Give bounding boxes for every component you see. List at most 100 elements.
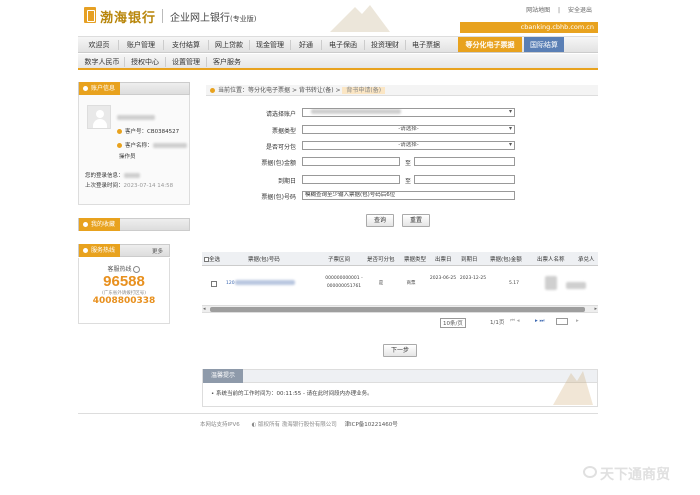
bill-no-input[interactable]: 模糊查询至少输入票据(包)号码后6位 xyxy=(302,191,515,200)
breadcrumb-prefix: 当前位置： xyxy=(218,87,249,94)
due-date-end-input[interactable] xyxy=(414,175,515,184)
customer-name-label: 客户名称： xyxy=(125,143,153,149)
row-bill-no-prefix: 120 xyxy=(226,281,235,286)
col-range: 子票区间 xyxy=(328,257,351,263)
bank-logo-icon xyxy=(84,7,96,23)
nav-cash[interactable]: 现金管理 xyxy=(250,37,290,52)
col-acceptor: 承兑人 xyxy=(578,257,595,263)
col-splittable: 是否可分包 xyxy=(367,257,395,263)
splittable-select[interactable]: -请选择- xyxy=(302,141,515,150)
nav-guarantee[interactable]: 电子保函 xyxy=(322,37,364,52)
nav-intl[interactable]: 国际结算 xyxy=(524,37,564,52)
last-login-value: 2023-07-14 14:58 xyxy=(123,183,174,189)
weibo-watermark-icon xyxy=(583,466,597,478)
due-date-range-sep: 至 xyxy=(405,178,412,185)
row-drawer-redacted xyxy=(545,276,557,290)
nav-service[interactable]: 客户服务 xyxy=(207,54,247,68)
amount-range-sep: 至 xyxy=(405,160,412,167)
nav-haotong[interactable]: 好通 xyxy=(291,37,321,52)
footer-shield-icon: ◐ xyxy=(251,422,257,428)
col-due-date: 到期日 xyxy=(461,257,478,263)
more-link[interactable]: 更多 xyxy=(152,247,163,255)
account-panel-header: 账户信息 xyxy=(78,82,190,95)
hotline-number: 96588 xyxy=(103,273,145,290)
account-select-label: 请选择账户 xyxy=(265,111,296,118)
nav-loan[interactable]: 网上贷款 xyxy=(209,37,249,52)
row-bill-no[interactable]: 120 xyxy=(226,280,295,287)
breadcrumb-item-2[interactable]: 背书转让(备) xyxy=(299,87,334,94)
query-button[interactable]: 查询 xyxy=(366,214,394,227)
nav-ebill[interactable]: 电子票据 xyxy=(406,37,446,52)
bill-no-label: 票据(包)号码 xyxy=(261,194,296,201)
page-jump-input[interactable] xyxy=(556,318,568,327)
nav-ecny[interactable]: 数字人民币 xyxy=(80,54,124,68)
bill-type-label: 票据类型 xyxy=(271,128,296,135)
site-map-link[interactable]: 网站地图 xyxy=(526,7,550,14)
top-links: 网站地图 | 安全退出 xyxy=(526,7,592,14)
page-size-select[interactable]: 10条/页 xyxy=(440,318,466,328)
row-range-end: 000000051761 xyxy=(326,284,362,289)
col-type: 票据类型 xyxy=(404,257,427,263)
row-checkbox[interactable] xyxy=(211,281,217,287)
notice-body: • 系统当前的工作时间为：00:11:55 - 请在此时间段内办理业务。 xyxy=(202,371,598,407)
reset-button[interactable]: 重置 xyxy=(402,214,430,227)
footer-ipv6: 本网站支持IPV6 xyxy=(200,422,240,428)
scroll-right-icon[interactable]: ▸ xyxy=(594,306,597,312)
due-date-label: 到期日 xyxy=(277,178,296,185)
nav-welcome[interactable]: 欢迎页 xyxy=(80,37,118,52)
page-nav-prev-icons[interactable]: ⏮ ◂ xyxy=(510,318,519,325)
footer-divider xyxy=(78,413,598,414)
row-amount: 5.17 xyxy=(508,281,520,286)
bank-name: 渤海银行 xyxy=(100,11,157,26)
system-title: 企业网上银行(专业版) xyxy=(170,9,256,24)
select-all-checkbox[interactable]: 全选 xyxy=(204,255,220,263)
breadcrumb: 当前位置：等分化电子票据 > 背书转让(备) > 背书申请(备) xyxy=(206,85,598,96)
favorites-panel-header[interactable]: 我的收藏 xyxy=(78,218,190,231)
nav-settings[interactable]: 设置管理 xyxy=(166,54,206,68)
scroll-thumb[interactable] xyxy=(210,307,585,312)
sub-nav: 数字人民币 授权中心 设置管理 客户服务 xyxy=(78,54,598,70)
watermark-text: 天下通商贸 xyxy=(600,467,670,483)
next-step-button[interactable]: 下一步 xyxy=(383,344,417,357)
amount-min-input[interactable] xyxy=(302,157,400,166)
col-bill-no: 票据(包)号码 xyxy=(248,257,280,263)
nav-split-ebill[interactable]: 等分化电子票据 xyxy=(458,37,522,52)
page-nav-next-icons[interactable]: ▸ ⏭ xyxy=(535,318,544,325)
avatar-icon xyxy=(87,105,111,129)
breadcrumb-item-1[interactable]: 等分化电子票据 xyxy=(248,87,290,94)
col-drawer: 出票人名称 xyxy=(537,257,565,263)
account-select[interactable] xyxy=(302,108,515,117)
table-scrollbar[interactable]: ◂ ▸ xyxy=(202,305,598,313)
page-go-icon[interactable]: ▸ xyxy=(576,318,579,324)
nav-auth[interactable]: 授权中心 xyxy=(125,54,165,68)
footer-copyright: 版权所有 渤海银行股份有限公司 xyxy=(258,422,337,428)
due-date-start-input[interactable] xyxy=(302,175,400,184)
bill-type-value: -请选择- xyxy=(398,126,419,132)
scroll-left-icon[interactable]: ◂ xyxy=(203,306,206,312)
row-type: 商票 xyxy=(406,281,416,286)
col-issue-date: 出票日 xyxy=(435,257,452,263)
select-all-label: 全选 xyxy=(209,257,221,263)
notice-text: • 系统当前的工作时间为：00:11:55 - 请在此时间段内办理业务。 xyxy=(211,391,373,397)
customer-no-value: CB0384527 xyxy=(147,129,180,135)
amount-max-input[interactable] xyxy=(414,157,515,166)
page-size-value: 10条/页 xyxy=(440,318,466,328)
nav-payment[interactable]: 支付结算 xyxy=(164,37,208,52)
operator-role: 操作员 xyxy=(119,154,136,160)
hotline-sub: 客服热线 xyxy=(79,264,169,273)
system-title-sub: (专业版) xyxy=(230,15,257,23)
footer-icp: 津ICP备10221460号 xyxy=(344,422,398,428)
splittable-label: 是否可分包 xyxy=(265,144,296,151)
hotline-alt-number: 4008800338 xyxy=(92,296,156,306)
location-icon xyxy=(210,88,215,93)
nav-invest[interactable]: 投资理财 xyxy=(365,37,405,52)
last-login: 上次登录时间：2023-07-14 14:58 xyxy=(85,181,173,189)
row-acceptor-redacted xyxy=(566,282,586,290)
nav-account[interactable]: 账户管理 xyxy=(119,37,163,52)
notice-text-content: 系统当前的工作时间为：00:11:55 - 请在此时间段内办理业务。 xyxy=(216,391,373,397)
logout-link[interactable]: 安全退出 xyxy=(568,7,592,14)
account-name-redacted xyxy=(117,115,155,121)
bill-type-select[interactable]: -请选择- xyxy=(302,125,515,134)
customer-name-line: 客户名称： xyxy=(117,141,187,149)
customer-no-label: 客户号： xyxy=(125,129,148,135)
